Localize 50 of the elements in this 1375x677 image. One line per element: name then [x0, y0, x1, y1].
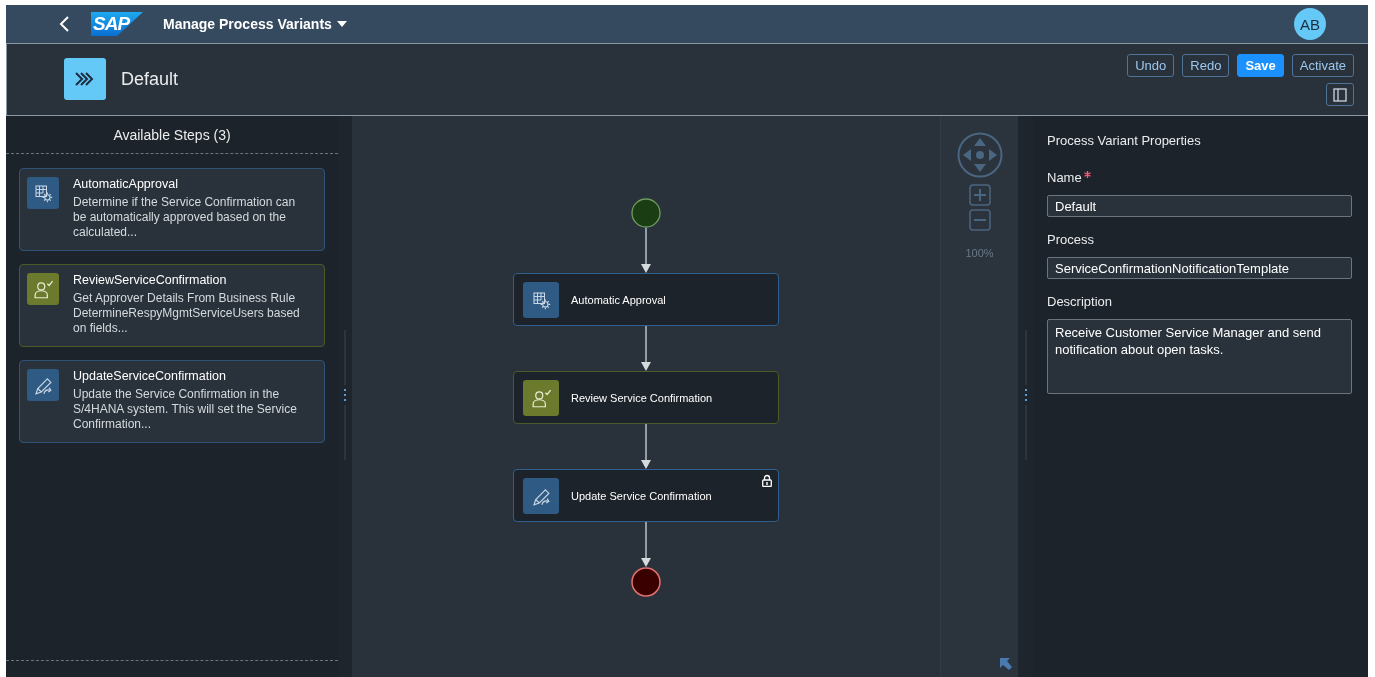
step-card[interactable]: UpdateServiceConfirmation Update the Service Confirmation in the S/4HANA system. This will set the Service Confirmation... — [19, 360, 325, 443]
start-event — [631, 198, 661, 228]
action-button[interactable]: Undo — [1127, 54, 1175, 77]
connector-arrow — [640, 424, 652, 469]
step-description: Determine if the Service Confirmation can be automatically approved based on the calculated... — [73, 195, 297, 240]
caret-icon — [336, 21, 347, 27]
collapse-arrow-icon[interactable] — [1000, 658, 1012, 670]
person-check-icon — [523, 379, 559, 416]
panel-toggle-button[interactable] — [1326, 83, 1354, 106]
side-panel-icon[interactable] — [1333, 87, 1347, 102]
action-button[interactable]: Activate — [1291, 54, 1354, 77]
node-label: Update Service Confirmation — [571, 489, 712, 502]
required-icon — [1083, 171, 1091, 178]
text-field[interactable]: ServiceConfirmationNotificationTemplate — [1047, 257, 1352, 279]
zoom-in-icon[interactable] — [968, 184, 991, 206]
person-check-icon — [27, 273, 59, 305]
connector-arrow — [640, 326, 652, 371]
table-gear-icon — [27, 177, 59, 209]
step-description: Get Approver Details From Business Rule DetermineRespyMgmtServiceUsers based on fields... — [73, 291, 301, 336]
step-name: AutomaticApproval — [73, 177, 179, 191]
step-description: Update the Service Confirmation in the S/4HANA system. This will set the Service Confirmation... — [73, 387, 298, 432]
text-field[interactable]: Default — [1047, 195, 1352, 217]
table-gear-icon — [523, 281, 559, 318]
connector-arrow — [640, 522, 652, 567]
logo[interactable]: SAP — [91, 12, 143, 36]
field-label: Name — [1047, 170, 1082, 185]
action-button[interactable]: Redo — [1182, 54, 1230, 77]
description-field[interactable]: Receive Customer Service Manager and send notification about open tasks. — [1047, 319, 1352, 394]
process-step-node[interactable]: Update Service Confirmation — [513, 469, 779, 522]
process-step-node[interactable]: Review Service Confirmation — [513, 371, 779, 424]
step-name: ReviewServiceConfirmation — [73, 273, 228, 287]
step-name: UpdateServiceConfirmation — [73, 369, 227, 383]
node-label: Review Service Confirmation — [571, 391, 713, 404]
app-title-menu[interactable]: Manage Process Variants — [163, 16, 347, 32]
field-label: Description — [1047, 294, 1113, 309]
process-step-node[interactable]: Automatic Approval — [513, 273, 779, 326]
zoom-level: 100% — [965, 247, 994, 259]
end-event — [631, 567, 661, 597]
node-label: Automatic Approval — [571, 293, 666, 306]
step-card[interactable]: ReviewServiceConfirmation Get Approver Details From Business Rule DetermineRespyMgmtServiceUsers based on fields... — [19, 264, 325, 347]
user-avatar[interactable]: AB — [1294, 8, 1326, 40]
step-card[interactable]: AutomaticApproval Determine if the Service Confirmation can be automatically approved based on the calculated... — [19, 168, 325, 251]
pan-control-icon[interactable] — [956, 132, 1003, 178]
variant-title: Default — [121, 69, 179, 90]
chevrons-icon — [64, 58, 106, 100]
connector-arrow — [640, 228, 652, 273]
splitter-handle[interactable] — [1023, 330, 1028, 460]
field-label: Process — [1047, 232, 1094, 247]
panel-title: Process Variant Properties — [1047, 133, 1202, 148]
zoom-out-icon[interactable] — [968, 209, 991, 231]
